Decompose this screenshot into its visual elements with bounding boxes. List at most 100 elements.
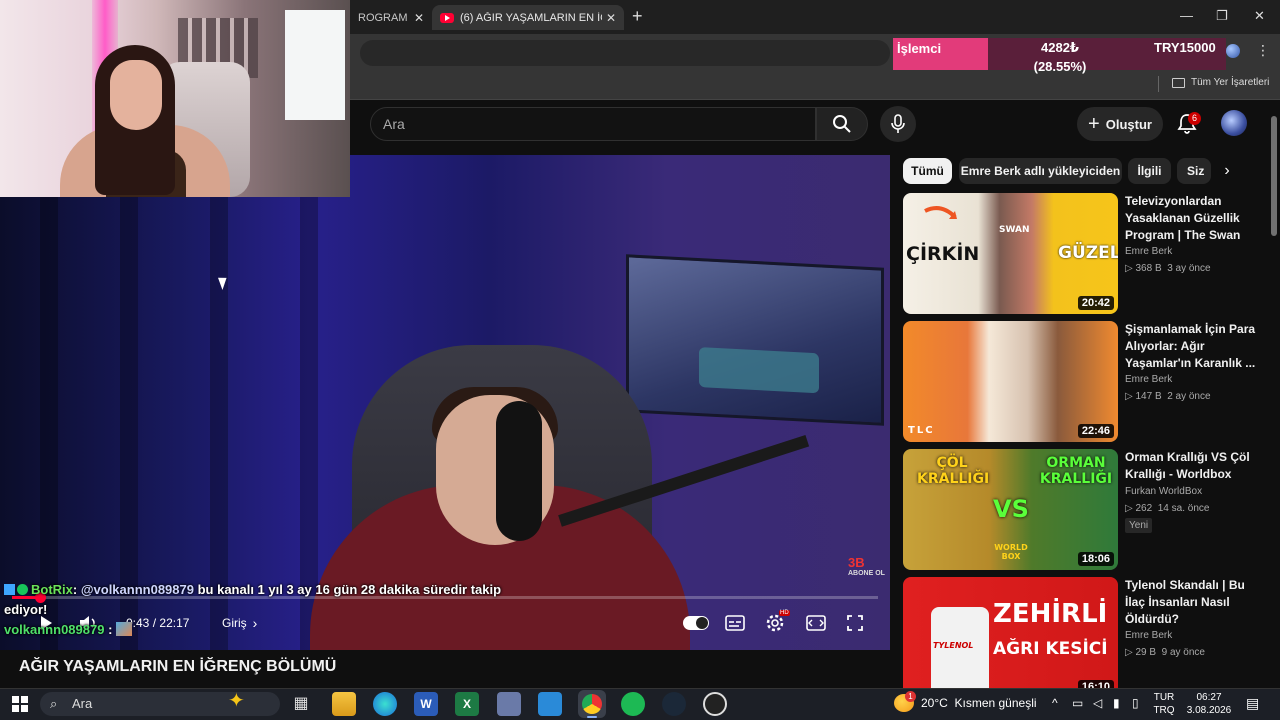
chip-for-you[interactable]: Siz xyxy=(1177,158,1211,184)
taskbar-search-input[interactable]: ⌕ Ara ✦ xyxy=(40,690,280,716)
thumbnail-text: ÇİRKİN xyxy=(906,243,980,265)
steam-icon[interactable] xyxy=(662,692,686,716)
channel-name[interactable]: Emre Berk xyxy=(1125,374,1172,385)
close-tab-icon[interactable]: ✕ xyxy=(606,11,616,25)
streamer-face xyxy=(110,60,162,130)
all-bookmarks-button[interactable]: Tüm Yer İşaretleri xyxy=(1172,77,1269,88)
recommended-video-title[interactable]: Şişmanlamak İçin Para Alıyorlar: Ağır Ya… xyxy=(1125,321,1257,372)
recommended-video[interactable]: TLC 22:46 Şişmanlamak İçin Para Alıyorla… xyxy=(903,321,1263,443)
clock-time: 06:27 xyxy=(1196,692,1222,703)
task-view-icon[interactable]: ▦ xyxy=(289,692,313,716)
recommended-video-title[interactable]: Televizyonlardan Yasaklanan Güzellik Pro… xyxy=(1125,193,1257,244)
views-icon: ▷ xyxy=(1125,503,1133,514)
recommended-video-title[interactable]: Orman Krallığı VS Çöl Krallığı - Worldbo… xyxy=(1125,449,1257,483)
video-thumbnail[interactable]: ÇÖL KRALLIĞI ORMAN KRALLIĞI VS WORLD BOX… xyxy=(903,449,1118,570)
recommended-video-title[interactable]: Tylenol Skandalı | Bu İlaç İnsanları Nas… xyxy=(1125,577,1257,628)
url-field[interactable] xyxy=(360,40,890,66)
curtain-fold xyxy=(210,155,228,650)
speaker-icon[interactable]: ◁ xyxy=(1093,696,1102,710)
chat-username: volkannn089879 xyxy=(4,622,105,637)
scrollbar-thumb[interactable] xyxy=(1271,116,1277,236)
microphone-icon[interactable]: ▮ xyxy=(1113,696,1120,710)
upload-age: 2 ay önce xyxy=(1167,391,1211,402)
verified-badge-icon xyxy=(17,584,28,595)
watermark-logo: 3B xyxy=(848,555,865,570)
store-icon[interactable] xyxy=(538,692,562,716)
notification-center-icon[interactable]: ▤ xyxy=(1246,695,1259,712)
gear-icon xyxy=(766,614,784,632)
arrow-icon xyxy=(924,206,957,219)
cpu-goal-label: İşlemci xyxy=(897,41,942,56)
account-avatar[interactable] xyxy=(1221,110,1247,136)
calculator-icon[interactable] xyxy=(497,692,521,716)
windows-start-icon[interactable] xyxy=(12,696,28,712)
fullscreen-icon xyxy=(847,615,863,631)
browser-menu-icon[interactable]: ⋮ xyxy=(1256,42,1270,59)
chip-all[interactable]: Tümü xyxy=(903,158,952,184)
maximize-icon[interactable]: ❐ xyxy=(1216,8,1228,24)
system-clock[interactable]: 06:27 3.08.2026 xyxy=(1184,691,1234,717)
minimize-icon[interactable]: — xyxy=(1180,8,1193,23)
chevron-right-icon[interactable]: › xyxy=(1216,162,1238,182)
sparkle-icon: ✦ xyxy=(228,690,245,712)
battery-icon[interactable]: ▯ xyxy=(1132,696,1139,710)
recommended-video[interactable]: ÇÖL KRALLIĞI ORMAN KRALLIĞI VS WORLD BOX… xyxy=(903,449,1263,571)
views-icon: ▷ xyxy=(1125,391,1133,402)
browser-tab-active[interactable]: (6) AĞIR YAŞAMLARIN EN İĞRENÇ BÖLÜMÜ ✕ xyxy=(432,5,624,30)
settings-button[interactable]: HD xyxy=(765,610,790,634)
chat-emote-icon xyxy=(116,622,133,636)
word-icon[interactable]: W xyxy=(414,692,438,716)
edge-browser-icon[interactable] xyxy=(373,692,397,716)
voice-search-button[interactable] xyxy=(880,106,916,142)
browser-tab[interactable]: ROGRAM | ✕ xyxy=(350,5,432,30)
autoplay-toggle[interactable] xyxy=(683,612,709,634)
obs-icon[interactable] xyxy=(703,692,727,716)
thumbnail-text: GÜZEL xyxy=(1058,243,1118,263)
excel-icon[interactable]: X xyxy=(455,692,479,716)
video-duration-badge: 22:46 xyxy=(1077,424,1114,438)
close-window-icon[interactable]: ✕ xyxy=(1254,8,1265,24)
stream-chat-overlay: BotRix: @volkannn089879 bu kanalı 1 yıl … xyxy=(4,580,524,640)
recommended-video[interactable]: ÇİRKİN GÜZEL SWAN 20:42 Televizyonlardan… xyxy=(903,193,1263,315)
search-input[interactable]: Ara xyxy=(370,107,816,141)
theater-mode-button[interactable] xyxy=(806,612,826,634)
network-icon[interactable]: ▭ xyxy=(1072,696,1083,710)
chip-from-uploader[interactable]: Emre Berk adlı yükleyiciden xyxy=(959,158,1122,184)
video-thumbnail[interactable]: ÇİRKİN GÜZEL SWAN 20:42 xyxy=(903,193,1118,314)
fullscreen-button[interactable] xyxy=(846,612,864,634)
streamer-webcam-overlay xyxy=(0,0,350,197)
video-meta: ▷ 147 B 2 ay önce xyxy=(1125,391,1211,402)
bot-badge-icon xyxy=(4,584,15,595)
channel-name[interactable]: Emre Berk xyxy=(1125,246,1172,257)
video-thumbnail[interactable]: TLC 22:46 xyxy=(903,321,1118,442)
spotify-icon[interactable] xyxy=(621,692,645,716)
upload-age: 3 ay önce xyxy=(1167,263,1211,274)
bookmarks-divider xyxy=(1158,76,1159,92)
channel-name[interactable]: Emre Berk xyxy=(1125,630,1172,641)
studio-microphone xyxy=(496,401,542,541)
recommended-video[interactable]: TYLENOL ZEHİRLİ AĞRI KESİCİ 16:10 Tyleno… xyxy=(903,577,1263,688)
thumbnail-text: ZEHİRLİ xyxy=(993,599,1108,629)
subtitles-button[interactable] xyxy=(725,612,745,634)
search-button[interactable] xyxy=(816,107,868,141)
globe-icon[interactable] xyxy=(1226,44,1240,58)
new-tab-icon[interactable]: + xyxy=(632,6,643,27)
thumbnail-logo: TLC xyxy=(908,425,935,436)
close-tab-icon[interactable]: ✕ xyxy=(414,11,424,25)
chip-related[interactable]: İlgili xyxy=(1128,158,1171,184)
hd-badge-icon: HD xyxy=(779,610,790,616)
show-hidden-icons-icon[interactable]: ^ xyxy=(1052,696,1058,710)
upload-age: 9 ay önce xyxy=(1161,647,1205,658)
thumbnail-logo: WORLD BOX xyxy=(994,543,1028,561)
video-thumbnail[interactable]: TYLENOL ZEHİRLİ AĞRI KESİCİ 16:10 xyxy=(903,577,1118,688)
notification-count-badge: 6 xyxy=(1188,112,1201,125)
create-button[interactable]: + Oluştur xyxy=(1077,107,1163,141)
video-player[interactable]: 3B ABONE OL xyxy=(0,155,890,650)
weather-text[interactable]: 20°C Kısmen güneşli xyxy=(921,696,1037,710)
input-language-indicator[interactable]: TUR TRQ xyxy=(1150,691,1178,717)
video-frame: 3B ABONE OL xyxy=(0,155,890,650)
chrome-active-icon[interactable] xyxy=(578,690,606,718)
file-explorer-icon[interactable] xyxy=(332,692,356,716)
channel-name[interactable]: Furkan WorldBox xyxy=(1125,486,1202,497)
subtitles-icon xyxy=(725,615,745,631)
